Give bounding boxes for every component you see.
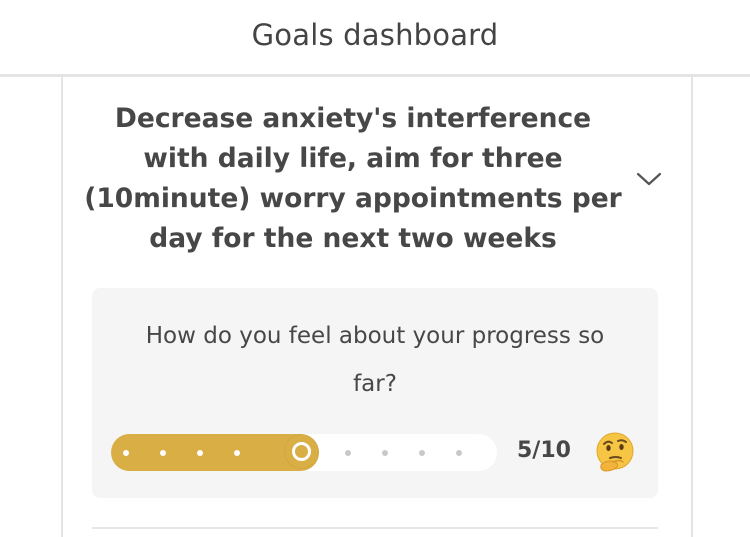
chevron-down-icon[interactable]	[635, 169, 663, 189]
progress-slider[interactable]	[111, 434, 497, 471]
progress-question-line: How do you feel about your progress so	[145, 323, 605, 349]
progress-score: 5/10	[517, 438, 571, 463]
slider-tick	[456, 450, 462, 456]
slider-tick	[419, 450, 425, 456]
progress-question: How do you feel about your progress so f…	[112, 312, 638, 408]
goal-title-line: with daily life, aim for three	[143, 143, 563, 174]
slider-tick	[382, 450, 388, 456]
goal-title-line: (10minute) worry appointments per	[84, 183, 622, 214]
progress-feedback-panel: How do you feel about your progress so f…	[92, 288, 658, 498]
chevron-down-icon-svg	[636, 172, 662, 186]
page-title: Goals dashboard	[251, 18, 499, 52]
goal-title-line: Decrease anxiety's interference	[114, 103, 592, 134]
slider-tick	[123, 450, 129, 456]
slider-tick	[345, 450, 351, 456]
slider-tick	[197, 450, 203, 456]
goal-card: Decrease anxiety's interference with dai…	[61, 77, 693, 537]
header: Goals dashboard	[0, 0, 750, 77]
goal-title-line: day for the next two weeks	[149, 223, 557, 254]
slider-tick	[234, 450, 240, 456]
thinking-face-icon-svg	[596, 432, 634, 472]
progress-question-line: far?	[353, 371, 397, 397]
slider-tick	[160, 450, 166, 456]
goal-title: Decrease anxiety's interference with dai…	[63, 99, 643, 259]
thinking-face-icon	[593, 431, 637, 475]
divider	[92, 527, 658, 529]
progress-slider-thumb[interactable]	[284, 435, 318, 468]
